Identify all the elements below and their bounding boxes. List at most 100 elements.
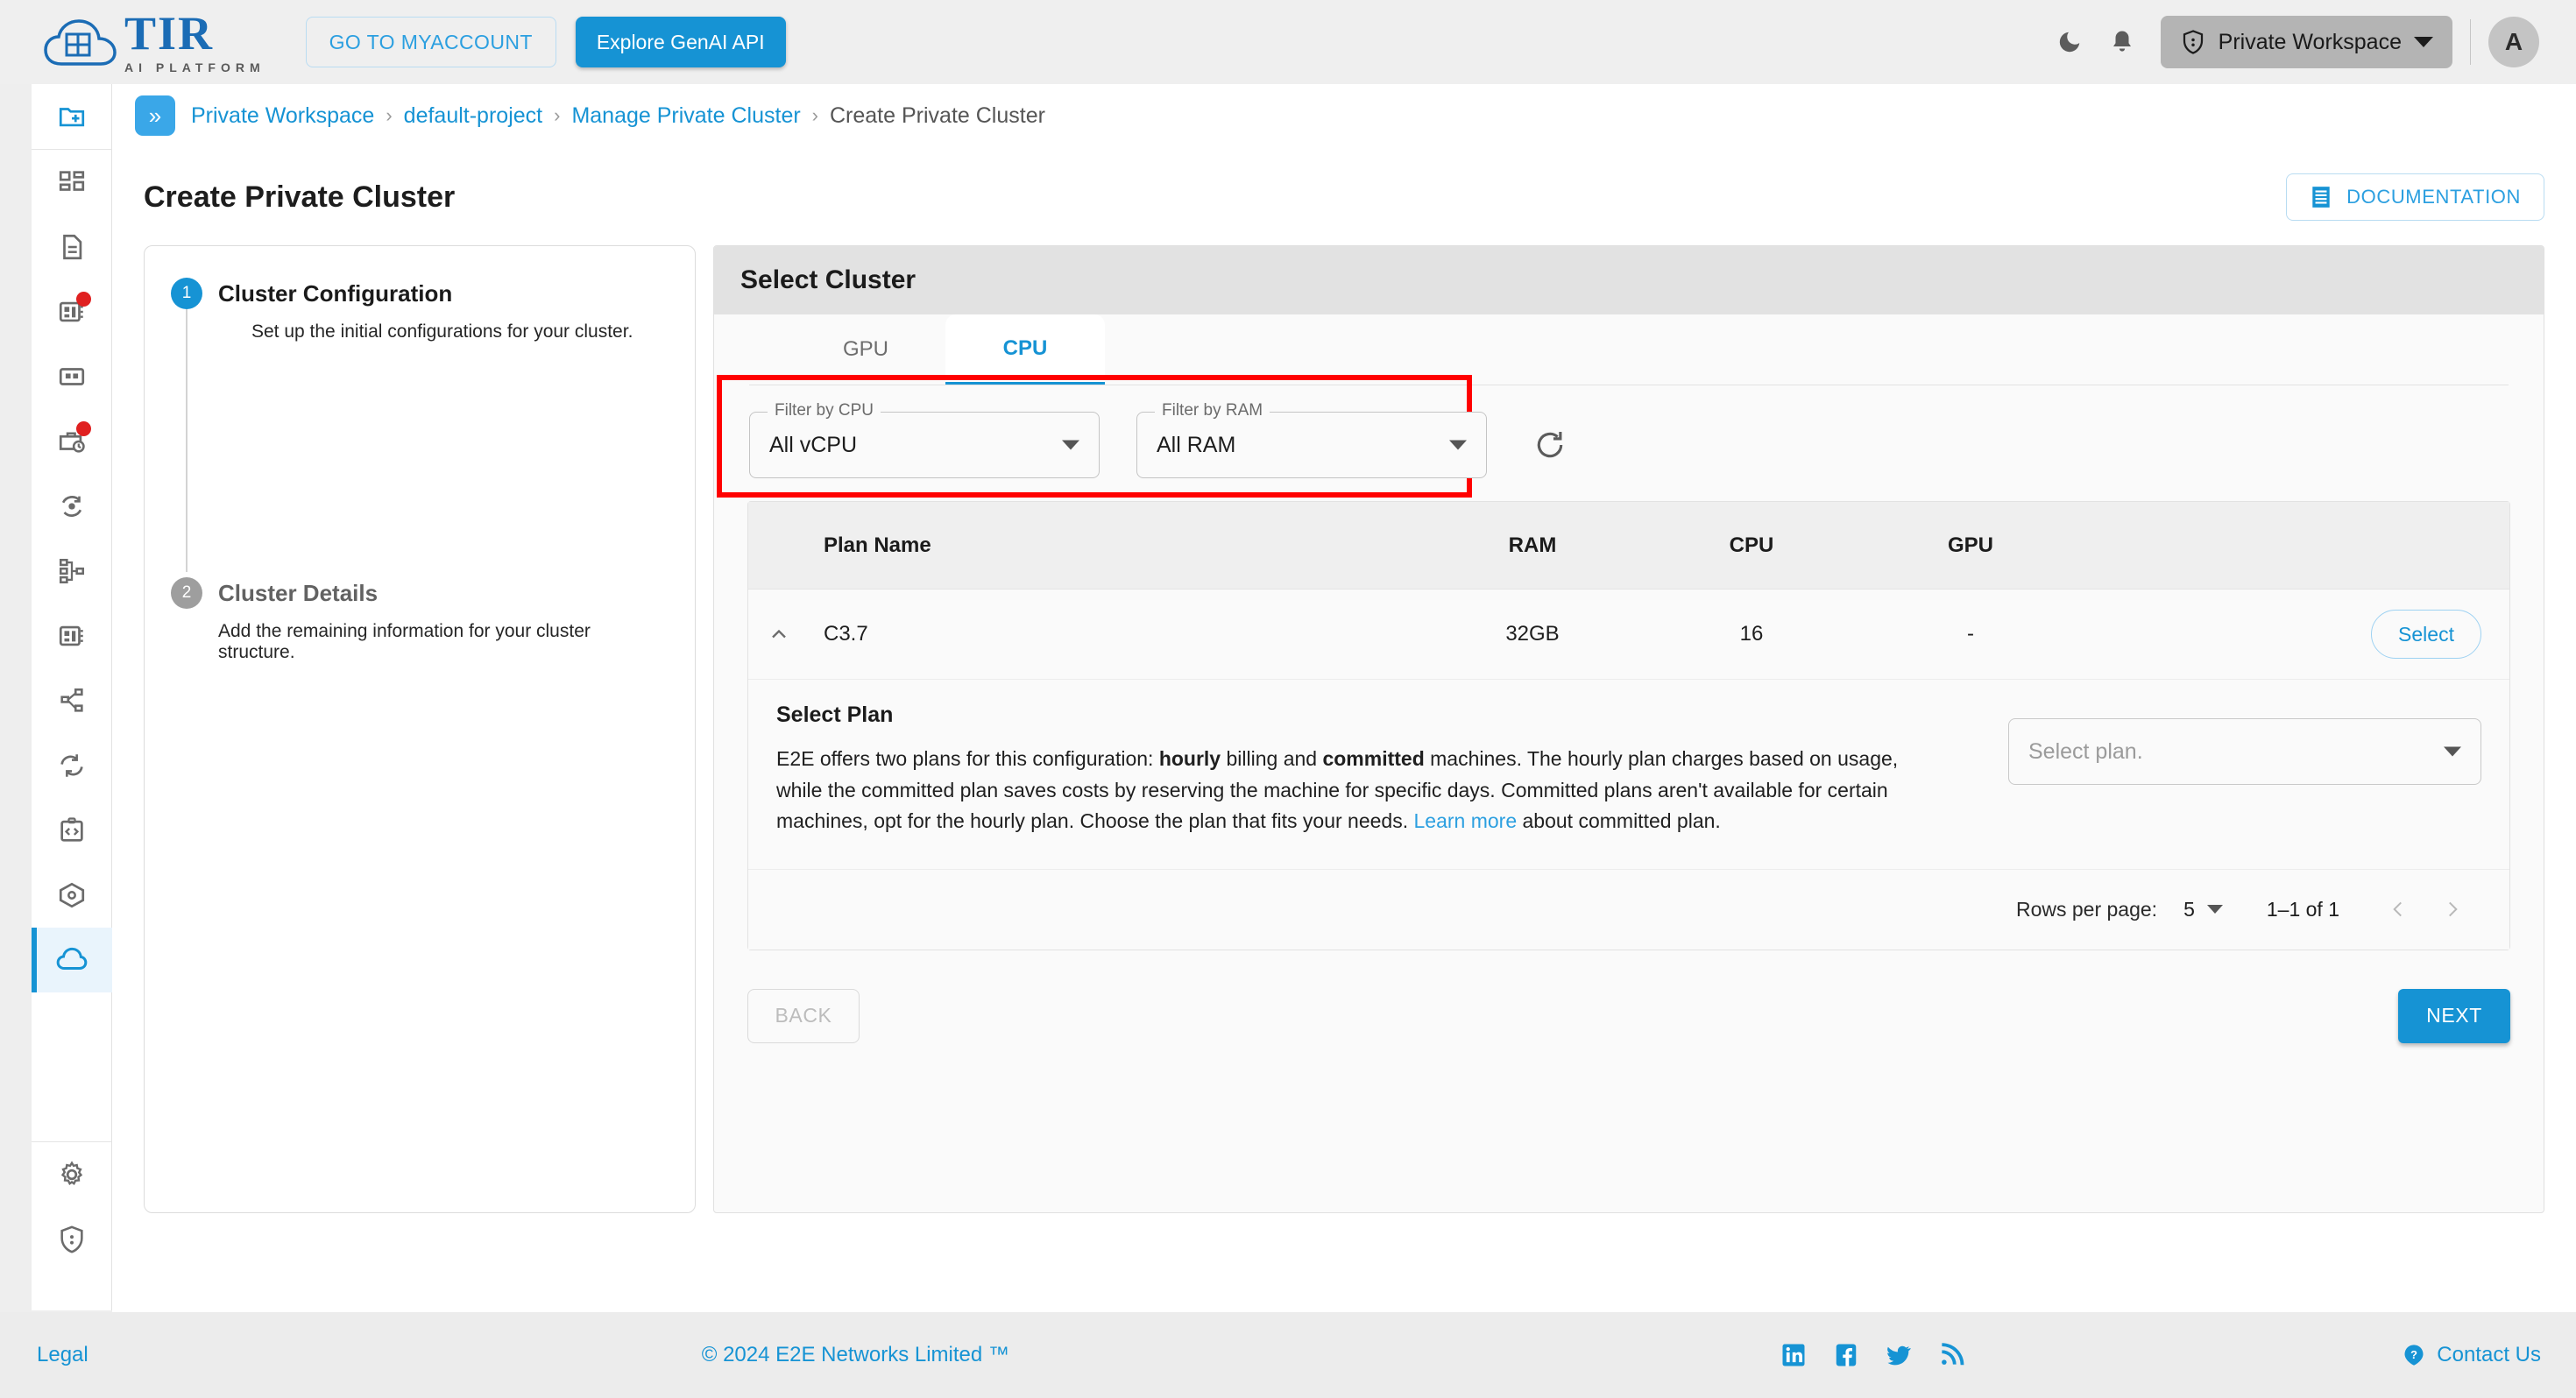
sidebar-expand-toggle[interactable]: » [135, 95, 175, 136]
select-cluster-panel: Select Cluster GPU CPU Filter by CPU All… [713, 245, 2544, 1213]
breadcrumb-separator: › [811, 104, 818, 126]
documentation-label: DOCUMENTATION [2346, 186, 2521, 208]
stepper-step-2-number: 2 [171, 577, 202, 609]
page-footer: Legal © 2024 E2E Networks Limited ™ ? Co… [0, 1312, 2576, 1398]
sidebar-item-share-endpoints[interactable] [32, 668, 112, 733]
tab-gpu[interactable]: GPU [786, 314, 945, 385]
sidebar-item-sync[interactable] [32, 733, 112, 798]
question-mark-icon: ? [2404, 1345, 2424, 1366]
gear-icon [60, 1161, 83, 1185]
next-button[interactable]: NEXT [2398, 988, 2510, 1043]
cube-package-icon [59, 882, 85, 908]
footer-copyright: © 2024 E2E Networks Limited ™ [701, 1343, 1009, 1366]
select-plan-heading: Select Plan [776, 703, 894, 727]
left-icon-rail [32, 84, 112, 1310]
breadcrumb-item-current: Create Private Cluster [830, 102, 1045, 128]
e2e-cloud-logo-icon [44, 13, 119, 71]
top-header-bar: TIR AI PLATFORM GO TO MYACCOUNT Explore … [0, 0, 2576, 84]
rss-icon[interactable] [1938, 1342, 1964, 1368]
rail-spacer [32, 992, 111, 1141]
row-expand-toggle[interactable] [748, 622, 810, 646]
select-plan-row-button[interactable]: Select [2371, 610, 2481, 659]
go-to-myaccount-button[interactable]: GO TO MYACCOUNT [305, 17, 556, 67]
breadcrumb-item-2[interactable]: Manage Private Cluster [571, 103, 800, 129]
sidebar-item-documents[interactable] [32, 215, 112, 279]
table-header-ram: RAM [1508, 533, 1557, 557]
rows-per-page-value: 5 [2183, 897, 2195, 921]
avatar[interactable]: A [2488, 17, 2539, 67]
filter-by-cpu-select[interactable]: Filter by CPU All vCPU [749, 401, 1100, 478]
plan-select-dropdown[interactable]: Select plan. [2008, 718, 2481, 785]
pagination-previous-button[interactable] [2371, 882, 2425, 936]
brand-logo[interactable]: TIR AI PLATFORM [44, 10, 265, 74]
stepper-step-1[interactable]: 1 Cluster Configuration [171, 278, 669, 309]
bell-icon [2112, 31, 2131, 52]
header-divider [2470, 19, 2471, 65]
go-to-myaccount-label: GO TO MYACCOUNT [329, 30, 533, 53]
breadcrumb-item-0[interactable]: Private Workspace [191, 103, 374, 129]
sidebar-item-security[interactable] [32, 1207, 112, 1272]
plan-text-part-2: billing and [1221, 747, 1323, 770]
hierarchy-icon [59, 558, 85, 584]
notifications-button[interactable] [2096, 16, 2148, 68]
table-header-gpu: GPU [1947, 533, 1993, 557]
next-button-label: NEXT [2426, 1004, 2482, 1027]
contact-us-link[interactable]: ? Contact Us [2402, 1343, 2541, 1367]
learn-more-link[interactable]: Learn more [1414, 809, 1518, 832]
document-icon [63, 234, 82, 260]
refresh-node-icon [61, 496, 82, 517]
rows-per-page-select[interactable]: 5 [2183, 898, 2223, 921]
sidebar-item-new-project[interactable] [32, 84, 112, 149]
sidebar-item-notebooks[interactable] [32, 279, 112, 344]
sidebar-item-containers[interactable] [32, 863, 112, 928]
sidebar-item-jobs[interactable] [32, 409, 112, 474]
linkedin-icon[interactable] [1780, 1342, 1807, 1368]
table-pagination: Rows per page: 5 1–1 of 1 [748, 868, 2509, 950]
sidebar-item-datasets[interactable] [32, 344, 112, 409]
refresh-button[interactable] [1524, 419, 1576, 471]
twitter-icon[interactable] [1886, 1342, 1912, 1368]
back-button[interactable]: BACK [747, 988, 860, 1043]
table-header-cpu: CPU [1729, 533, 1774, 557]
chevron-up-icon [772, 629, 786, 639]
plan-text-bold-hourly: hourly [1158, 747, 1221, 770]
tab-cpu[interactable]: CPU [945, 314, 1105, 385]
explore-genai-api-button[interactable]: Explore GenAI API [575, 17, 786, 67]
double-chevron-right-icon: » [148, 102, 162, 129]
chevron-down-icon [2444, 746, 2461, 757]
sidebar-item-model-cards[interactable] [32, 604, 112, 668]
dark-mode-toggle[interactable] [2043, 16, 2096, 68]
sync-arrows-icon [60, 754, 83, 777]
pagination-next-button[interactable] [2425, 882, 2480, 936]
filter-by-ram-select[interactable]: Filter by RAM All RAM [1136, 401, 1487, 478]
stepper-step-2[interactable]: 2 Cluster Details [171, 577, 669, 609]
refresh-icon [1537, 431, 1563, 458]
sidebar-item-pipelines[interactable] [32, 474, 112, 539]
tab-gpu-label: GPU [842, 337, 888, 361]
cluster-plan-table: Plan Name RAM CPU GPU C3.7 32GB 16 - Sel… [747, 501, 2510, 950]
chevron-down-icon [2206, 905, 2223, 914]
workspace-selector[interactable]: Private Workspace [2160, 16, 2452, 68]
sidebar-item-dashboard[interactable] [32, 150, 112, 215]
sidebar-item-model-graph[interactable] [32, 539, 112, 604]
sidebar-item-settings[interactable] [32, 1142, 112, 1207]
logo-title: TIR [124, 7, 215, 60]
footer-legal-link[interactable]: Legal [37, 1343, 88, 1367]
wizard-navigation: BACK NEXT [714, 950, 2544, 1043]
filter-by-cpu-legend: Filter by CPU [768, 401, 881, 420]
tab-cpu-label: CPU [1002, 335, 1048, 360]
pagination-range-label: 1–1 of 1 [2266, 897, 2339, 921]
sidebar-item-clusters[interactable] [32, 928, 112, 992]
documentation-button[interactable]: DOCUMENTATION [2286, 173, 2544, 221]
sidebar-item-code-snippets[interactable] [32, 798, 112, 863]
row-action-cell: Select [2080, 610, 2509, 659]
wizard-stepper: 1 Cluster Configuration Set up the initi… [144, 245, 696, 1213]
cloud-icon [56, 947, 88, 971]
chevron-left-icon [2393, 902, 2402, 917]
breadcrumb-item-1[interactable]: default-project [404, 103, 542, 129]
facebook-icon[interactable] [1833, 1342, 1859, 1368]
filters-row: Filter by CPU All vCPU Filter by RAM All… [714, 375, 2544, 501]
shield-user-icon [2183, 30, 2203, 54]
row-cpu: 16 [1739, 622, 1764, 646]
share-nodes-icon [60, 688, 83, 712]
